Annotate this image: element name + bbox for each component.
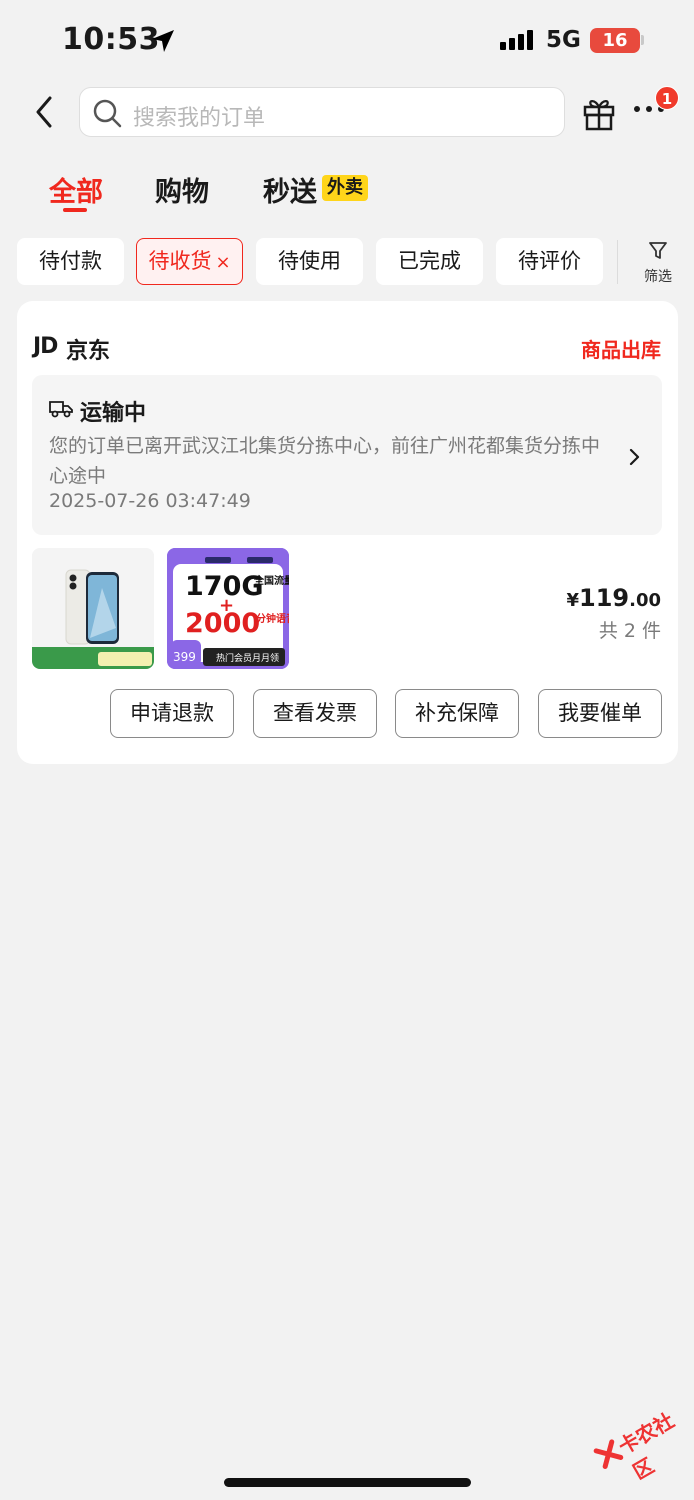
chevron-left-icon [36, 96, 52, 128]
logistics-description: 您的订单已离开武汉江北集货分拣中心，前往广州花都集货分拣中心途中 [49, 435, 601, 487]
chip-pending-receipt[interactable]: 待收货 × [136, 238, 243, 285]
request-refund-button[interactable]: 申请退款 [110, 689, 234, 738]
status-bar: 10:53 5G 16 [0, 0, 694, 80]
battery-tip [641, 35, 644, 45]
gift-icon [583, 100, 615, 131]
urge-order-button[interactable]: 我要催单 [538, 689, 662, 738]
price-integer: 119 [579, 584, 630, 612]
chip-pending-use[interactable]: 待使用 [256, 238, 363, 285]
search-placeholder: 搜索我的订单 [133, 106, 266, 131]
sim-plan-price: 399 [173, 650, 196, 664]
sim-plan-minutes-label: 分钟语音 [256, 612, 289, 625]
network-type: 5G [546, 27, 581, 53]
logistics-time: 2025-07-26 03:47:49 [49, 490, 251, 512]
filter-button[interactable]: 筛选 [636, 238, 680, 288]
status-time: 10:53 [62, 22, 160, 57]
home-indicator[interactable] [224, 1478, 471, 1487]
tab-shopping[interactable]: 购物 [155, 170, 209, 209]
sim-plan-minutes: 2000 [185, 608, 260, 639]
product-image-sim-plan[interactable]: 170G 全国流量 + 2000 分钟语音 399 热门会员月月领 [167, 548, 289, 669]
close-icon[interactable]: × [215, 252, 230, 273]
cellular-signal-icon [500, 30, 533, 50]
order-card[interactable]: JD 京东 商品出库 运输中 您的订单已离开武汉江北集货分拣中心，前往广州花都集… [17, 301, 678, 764]
filter-label: 筛选 [644, 269, 672, 285]
jd-logo: JD [33, 334, 58, 359]
tab-instant-delivery[interactable]: 秒送 [263, 170, 317, 209]
view-invoice-button[interactable]: 查看发票 [253, 689, 377, 738]
shop-name[interactable]: 京东 [66, 333, 110, 365]
order-price: ¥119.00 [566, 584, 661, 612]
phone-image [32, 548, 154, 669]
logistics-panel[interactable]: 运输中 您的订单已离开武汉江北集货分拣中心，前往广州花都集货分拣中心途中 202… [32, 375, 662, 535]
sim-plan-footer: 热门会员月月领 [216, 652, 279, 664]
order-quantity: 共 2 件 [598, 620, 661, 642]
order-status: 商品出库 [581, 338, 661, 362]
battery-icon: 16 [590, 28, 640, 53]
tab-all[interactable]: 全部 [49, 170, 103, 209]
sim-plan-image: 170G 全国流量 + 2000 分钟语音 399 热门会员月月领 [167, 548, 289, 669]
back-button[interactable] [28, 92, 64, 132]
divider [617, 240, 618, 284]
add-protection-button[interactable]: 补充保障 [395, 689, 519, 738]
truck-icon [48, 397, 74, 423]
tab-active-underline [63, 208, 87, 212]
filter-chips: 待付款 待收货 × 待使用 已完成 待评价 [0, 238, 694, 286]
chip-pending-payment[interactable]: 待付款 [17, 238, 124, 285]
sim-plan-data-label: 全国流量 [253, 574, 289, 587]
takeout-badge: 外卖 [322, 175, 368, 201]
watermark-text: 卡农社区 [614, 1408, 679, 1485]
watermark: 卡农社区 [585, 1389, 694, 1491]
product-image-phone[interactable] [32, 548, 154, 669]
location-arrow-icon [150, 28, 176, 58]
chip-completed[interactable]: 已完成 [376, 238, 483, 285]
search-icon [92, 98, 122, 132]
chip-pending-review[interactable]: 待评价 [496, 238, 603, 285]
search-input[interactable]: 搜索我的订单 [79, 87, 565, 137]
notification-badge: 1 [655, 86, 679, 110]
chip-pending-receipt-label: 待收货 [148, 249, 212, 273]
logistics-title: 运输中 [80, 401, 147, 426]
funnel-icon [649, 242, 667, 259]
price-currency: ¥ [566, 590, 579, 611]
price-decimal: .00 [629, 590, 661, 611]
gift-button[interactable] [581, 93, 617, 133]
chevron-right-icon [628, 445, 642, 473]
